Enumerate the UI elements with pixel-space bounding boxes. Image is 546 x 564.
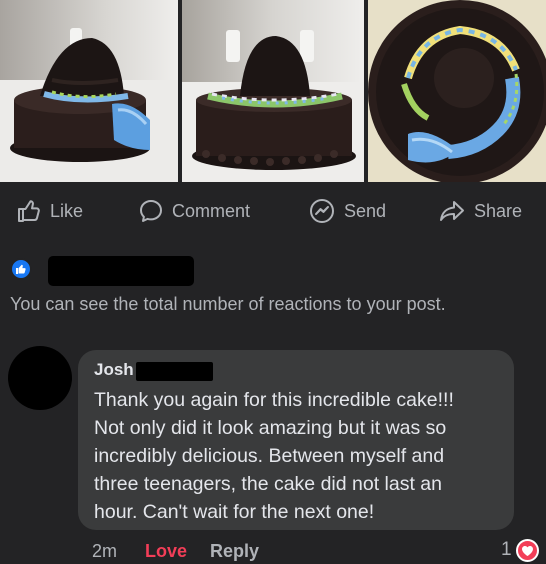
comment-line: hour. Can't wait for the next one! xyxy=(94,501,375,523)
comment-bubble: Josh Thank you again for this incredible… xyxy=(78,350,514,530)
share-label: Share xyxy=(474,200,523,221)
speech-bubble-icon xyxy=(138,198,164,224)
comment-label: Comment xyxy=(172,200,251,221)
comment-timestamp[interactable]: 2m xyxy=(92,541,145,562)
reaction-count-number: 1 xyxy=(501,539,512,560)
reactions-summary[interactable] xyxy=(10,256,194,286)
like-label: Like xyxy=(50,200,84,221)
send-label: Send xyxy=(344,200,387,221)
heart-icon xyxy=(515,538,539,562)
cake-photo-top[interactable] xyxy=(368,0,546,182)
comment-meta: 2m Love Reply xyxy=(92,540,259,562)
comment-author[interactable]: Josh xyxy=(94,360,134,380)
cake-photo-side[interactable] xyxy=(0,0,178,182)
love-button[interactable]: Love xyxy=(145,541,210,562)
like-reaction-icon xyxy=(10,258,32,280)
avatar[interactable] xyxy=(8,346,72,410)
share-arrow-icon xyxy=(438,198,466,224)
redacted-author-surname xyxy=(136,362,213,381)
share-button[interactable]: Share xyxy=(438,190,522,232)
like-button[interactable]: Like xyxy=(16,190,83,232)
reply-button[interactable]: Reply xyxy=(210,541,259,562)
thumbs-up-icon xyxy=(16,198,42,224)
comment-text: Thank you again for this incredible cake… xyxy=(94,386,504,526)
send-button[interactable]: Send xyxy=(308,190,386,232)
post-photo-grid xyxy=(0,0,546,182)
comment-line: three teenagers, the cake did not last a… xyxy=(94,473,442,495)
comment-line: Thank you again for this incredible cake… xyxy=(94,389,454,411)
post-action-bar: Like Comment Send Share xyxy=(0,190,546,232)
comment-line: incredibly delicious. Between myself and xyxy=(94,445,445,467)
redacted-reactors xyxy=(48,256,194,286)
comment-reaction-count[interactable]: 1 xyxy=(501,537,539,563)
reactions-note: You can see the total number of reaction… xyxy=(10,294,446,314)
comment-button[interactable]: Comment xyxy=(138,190,250,232)
messenger-icon xyxy=(308,197,336,225)
comment-line: Not only did it look amazing but it was … xyxy=(94,417,447,439)
cake-photo-front[interactable] xyxy=(182,0,364,182)
